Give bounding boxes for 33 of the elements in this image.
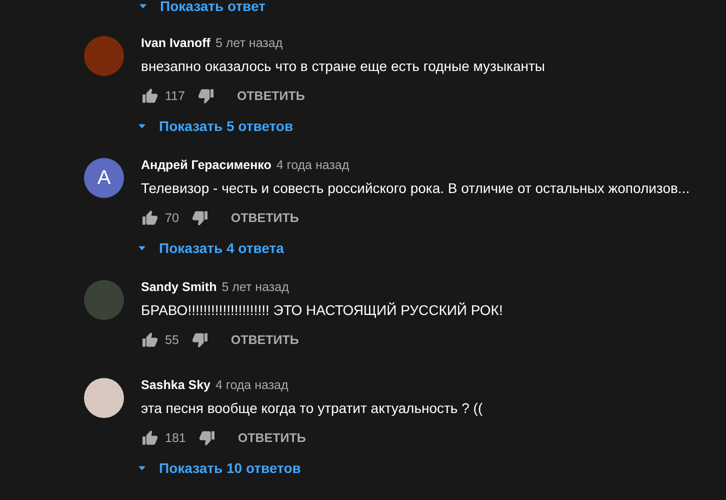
comment-time[interactable]: 4 года назад [216,378,288,392]
like-count: 55 [165,333,179,347]
comment-text: Телевизор - честь и совесть российского рока. В отличие от остальных жополизов... [141,179,690,198]
reply-button[interactable]: ОТВЕТИТЬ [230,211,299,225]
avatar-letter: A [84,158,124,198]
reply-button[interactable]: ОТВЕТИТЬ [236,89,305,103]
reply-button[interactable]: ОТВЕТИТЬ [238,431,306,445]
author-name[interactable]: Sandy Smith [141,280,217,294]
thumbs-up-icon[interactable] [141,87,159,105]
thumbs-down-icon[interactable] [198,429,216,447]
show-replies-link[interactable]: Показать 4 ответа [135,236,690,260]
thumbs-up-icon[interactable] [141,429,159,447]
show-replies-link[interactable]: Показать 5 ответов [135,114,545,138]
show-replies-link[interactable]: Показать 10 ответов [135,456,483,480]
like-count: 70 [165,211,179,225]
comment-time[interactable]: 4 года назад [276,158,350,172]
comment-text: внезапно оказалось что в стране еще есть годные музыканты [141,57,545,76]
thumbs-up-icon[interactable] [141,209,159,227]
thumbs-down-icon[interactable] [190,209,209,227]
show-replies-link[interactable]: Показать ответ [136,0,726,14]
thumbs-up-icon[interactable] [141,331,159,349]
comment-text: эта песня вообще когда то утратит актуальность ? (( [141,399,483,418]
like-count: 181 [165,431,186,445]
author-name[interactable]: Ivan Ivanoff [141,36,210,50]
comment-time[interactable]: 5 лет назад [215,36,283,50]
comment-time[interactable]: 5 лет назад [222,280,289,294]
comment-text: БРАВО!!!!!!!!!!!!!!!!!!!!! ЭТО НАСТОЯЩИЙ РУССКИЙ РОК! [141,301,503,320]
thumbs-down-icon[interactable] [190,331,209,349]
thumbs-down-icon[interactable] [196,87,215,105]
like-count: 117 [165,89,185,103]
author-name[interactable]: Sashka Sky [141,378,210,392]
author-name[interactable]: Андрей Герасименко [141,158,272,172]
reply-button[interactable]: ОТВЕТИТЬ [230,333,299,347]
